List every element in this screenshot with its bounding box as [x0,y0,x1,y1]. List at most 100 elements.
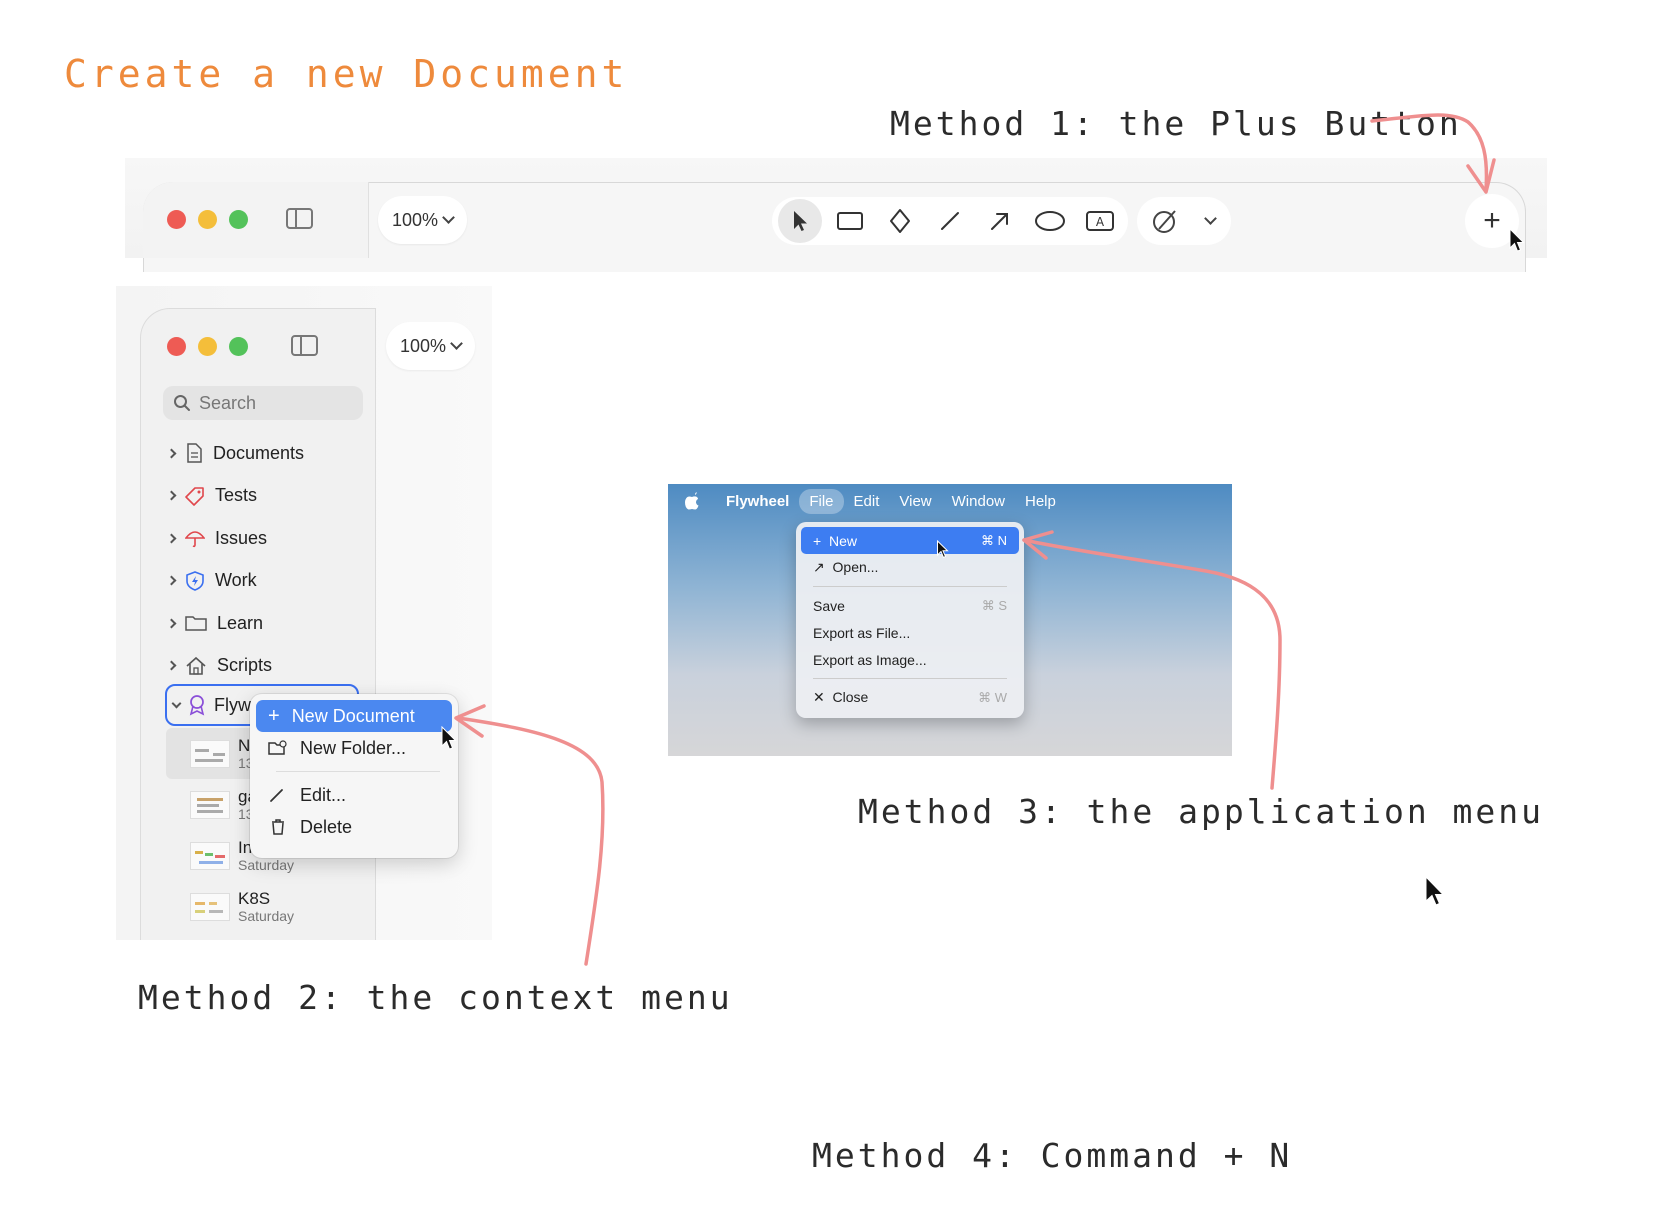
tag-icon [185,486,205,506]
menubar-edit[interactable]: Edit [844,489,890,514]
more-tools-button[interactable] [1195,199,1225,243]
sidebar-item-scripts[interactable]: Scripts [168,645,368,688]
menubar-help[interactable]: Help [1015,489,1066,514]
file-export-file-item[interactable]: Export as File... [801,619,1019,646]
sidebar-item-label: Work [215,570,257,591]
file-close-item[interactable]: ✕ Close ⌘ W [801,684,1019,711]
chevron-down-icon[interactable] [172,698,182,708]
pencil-icon [268,787,288,803]
award-icon [188,694,206,716]
chevron-right-icon[interactable] [167,491,177,501]
context-new-document-item[interactable]: + New Document [256,700,452,732]
sidebar-item-learn[interactable]: Learn [168,602,368,645]
close-window-button[interactable] [167,210,186,229]
method1-caption: Method 1: the Plus Button [890,104,1462,143]
zoom-dropdown[interactable]: 100% [386,322,475,370]
sidebar-toggle-icon[interactable] [286,208,313,229]
sidebar-item-work[interactable]: Work [168,560,368,603]
chevron-down-icon [442,211,455,224]
chevron-right-icon[interactable] [167,661,177,671]
menu-item-label: Edit... [300,785,346,806]
svg-text:A: A [1096,215,1105,229]
mouse-cursor-icon [1508,228,1526,254]
chevron-down-icon [450,337,463,350]
document-date: Saturday [238,857,294,873]
arrow-up-right-icon: ↗ [813,559,833,575]
chevron-right-icon[interactable] [167,576,177,586]
file-open-item[interactable]: ↗ Open... [801,554,1019,581]
sidebar-item-documents[interactable]: Documents [168,432,368,475]
sidebar-item-label: Documents [213,443,304,464]
rectangle-tool-button[interactable] [828,199,872,243]
document-thumbnail [190,740,230,768]
rectangle-icon [836,210,864,232]
text-tool-button[interactable]: A [1078,199,1122,243]
close-window-button[interactable] [167,337,186,356]
zoom-window-button[interactable] [229,210,248,229]
document-thumbnail [190,791,230,819]
close-icon: ✕ [813,689,833,705]
chevron-down-icon [1204,212,1217,225]
select-tool-button[interactable] [778,199,822,243]
sidebar-tree: Documents Tests Issues Work Learn Script… [168,432,368,687]
context-delete-item[interactable]: Delete [256,811,452,843]
sidebar-toggle-icon[interactable] [291,335,318,356]
context-edit-item[interactable]: Edit... [256,779,452,811]
chevron-right-icon[interactable] [167,448,177,458]
umbrella-icon [185,528,205,548]
pointer-icon [790,209,810,233]
minimize-window-button[interactable] [198,337,217,356]
arrow-icon [988,209,1012,233]
sidebar-item-label: Learn [217,613,263,634]
zoom-value: 100% [400,336,446,357]
zoom-window-button[interactable] [229,337,248,356]
zoom-dropdown[interactable]: 100% [378,196,467,244]
file-new-item[interactable]: + New ⌘ N [801,527,1019,554]
document-date: Saturday [238,908,294,924]
sidebar-item-label: Tests [215,485,257,506]
menubar-file[interactable]: File [799,489,843,514]
file-save-item[interactable]: Save ⌘ S [801,592,1019,619]
sidebar-item-issues[interactable]: Issues [168,517,368,560]
chevron-right-icon[interactable] [167,618,177,628]
menu-item-label: New Folder... [300,738,406,759]
shortcut-label: ⌘ W [978,690,1007,706]
page: Create a new Document Method 1: the Plus… [0,0,1658,1228]
menubar-window[interactable]: Window [942,489,1015,514]
method4-caption: Method 4: Command + N [812,1136,1292,1175]
drawing-tools: A [772,197,1128,245]
shortcut-label: ⌘ S [982,598,1007,614]
plus-icon: + [813,533,829,549]
menu-item-label: Export as File... [813,625,910,641]
style-tool-button[interactable] [1143,199,1187,243]
diamond-tool-button[interactable] [878,199,922,243]
line-tool-button[interactable] [928,199,972,243]
extra-tools [1137,197,1231,245]
sidebar-item-label: Scripts [217,655,272,676]
list-item[interactable]: K8SSaturday [166,881,376,932]
folder-add-icon [268,740,288,756]
mouse-cursor-icon [1424,876,1446,910]
minimize-window-button[interactable] [198,210,217,229]
menubar-view[interactable]: View [889,489,941,514]
menu-item-label: New Document [292,706,415,727]
chevron-right-icon[interactable] [167,533,177,543]
apple-logo-icon[interactable] [684,492,700,510]
context-new-folder-item[interactable]: New Folder... [256,732,452,764]
file-menu: + New ⌘ N ↗ Open... Save ⌘ S Export as F… [796,522,1024,718]
file-export-image-item[interactable]: Export as Image... [801,646,1019,673]
mouse-cursor-icon [936,540,950,560]
shield-icon [185,571,205,591]
menu-item-label: Save [813,598,845,614]
menubar-app-name[interactable]: Flywheel [716,489,799,514]
document-thumbnail [190,893,230,921]
method2-caption: Method 2: the context menu [138,978,733,1017]
diamond-icon [888,208,912,234]
search-field[interactable]: Search [163,386,363,420]
document-thumbnail [190,842,230,870]
ellipse-tool-button[interactable] [1028,199,1072,243]
context-menu: + New Document New Folder... Edit... Del… [250,694,458,858]
sidebar-item-tests[interactable]: Tests [168,475,368,518]
house-icon [185,656,207,676]
arrow-tool-button[interactable] [978,199,1022,243]
